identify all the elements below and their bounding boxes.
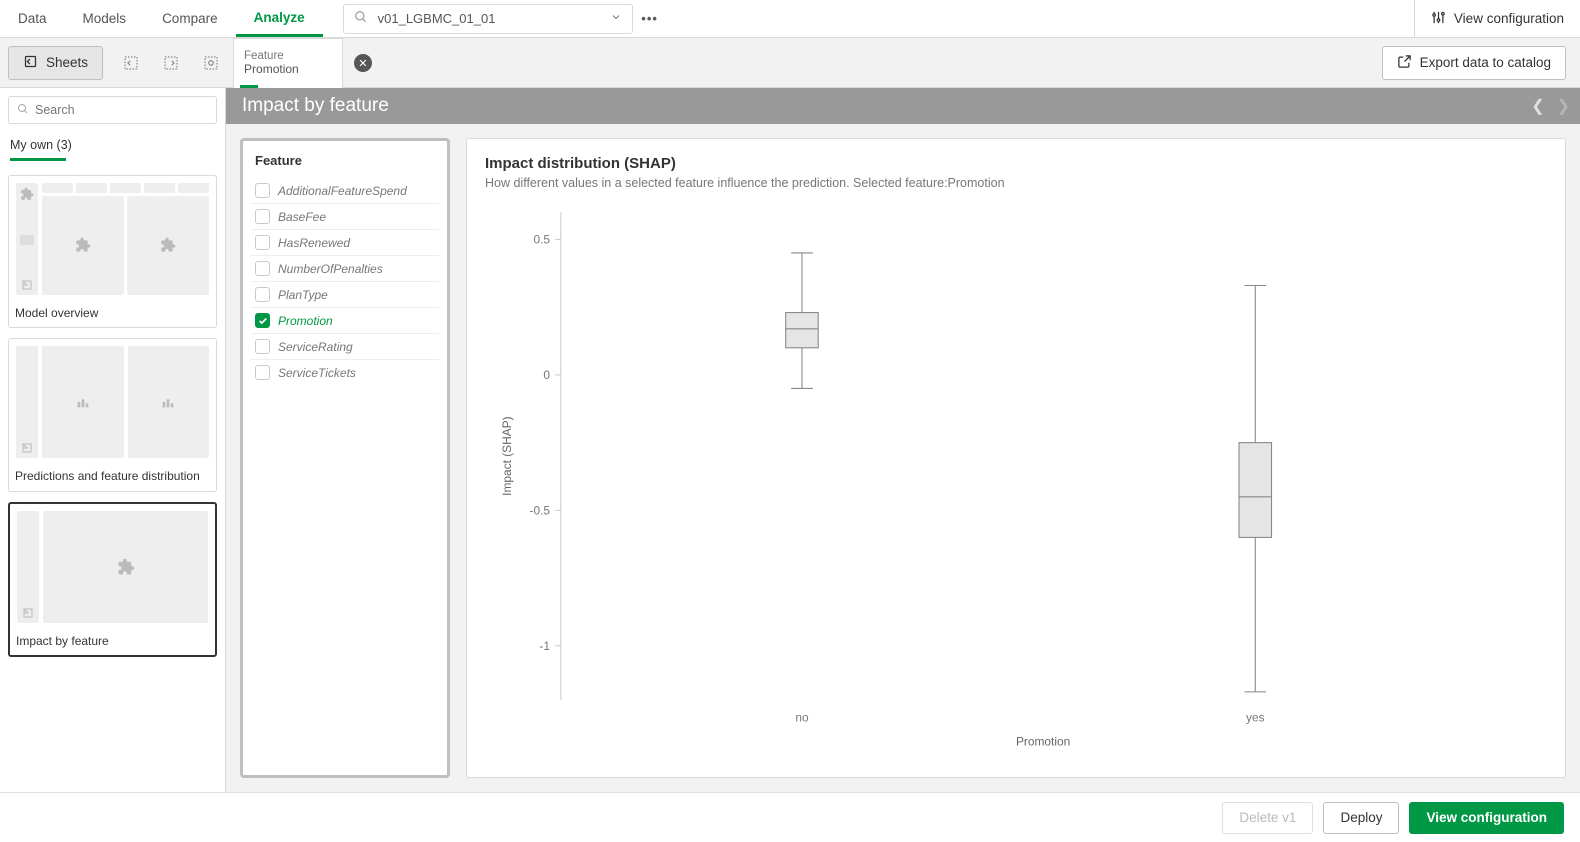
feature-item[interactable]: HasRenewed	[251, 230, 439, 256]
deploy-button[interactable]: Deploy	[1323, 802, 1399, 834]
feature-item-label: AdditionalFeatureSpend	[278, 184, 407, 198]
model-picker-value: v01_LGBMC_01_01	[378, 11, 600, 26]
export-icon	[1397, 54, 1412, 72]
svg-text:-1: -1	[539, 639, 550, 653]
svg-text:no: no	[795, 711, 809, 725]
svg-text:Promotion: Promotion	[1016, 734, 1070, 748]
svg-text:yes: yes	[1246, 711, 1265, 725]
checkbox-icon	[255, 235, 270, 250]
sheet-card-label: Predictions and feature distribution	[13, 465, 212, 487]
main-area: Impact by feature ❮ ❯ Feature Additional…	[226, 88, 1580, 792]
sheets-button[interactable]: Sheets	[8, 46, 103, 80]
svg-text:0.5: 0.5	[533, 233, 550, 247]
sheet-title-bar: Impact by feature ❮ ❯	[226, 88, 1580, 124]
sheets-label: Sheets	[46, 55, 88, 70]
feature-item-label: NumberOfPenalties	[278, 262, 383, 276]
selection-tools	[119, 51, 223, 75]
export-data-button[interactable]: Export data to catalog	[1382, 46, 1566, 80]
selection-forward-icon[interactable]	[159, 51, 183, 75]
svg-text:0: 0	[543, 368, 550, 382]
my-own-label: My own (3)	[10, 138, 72, 152]
feature-item[interactable]: ServiceRating	[251, 334, 439, 360]
checkbox-icon	[255, 313, 270, 328]
chart-subtitle: How different values in a selected featu…	[485, 176, 1547, 190]
filter-tab-close-icon[interactable]: ✕	[354, 54, 372, 72]
selection-back-icon[interactable]	[119, 51, 143, 75]
tab-compare[interactable]: Compare	[144, 0, 236, 37]
tab-data[interactable]: Data	[0, 0, 65, 37]
delete-button: Delete v1	[1222, 802, 1313, 834]
sheets-panel: My own (3) Model overview Predictions and…	[0, 88, 226, 792]
checkbox-icon	[255, 183, 270, 198]
model-picker[interactable]: v01_LGBMC_01_01	[343, 4, 633, 34]
filter-tab-label: Feature	[244, 50, 332, 62]
feature-item-label: PlanType	[278, 288, 328, 302]
shap-boxplot[interactable]: 0.5 0 -0.5 -1 Impact (SHAP) no yes Promotion	[485, 200, 1547, 767]
feature-selector-panel: Feature AdditionalFeatureSpend BaseFee Has…	[240, 138, 450, 778]
export-label: Export data to catalog	[1420, 55, 1551, 70]
sliders-icon	[1431, 10, 1446, 28]
view-configuration-top[interactable]: View configuration	[1414, 0, 1580, 37]
feature-item-label: HasRenewed	[278, 236, 350, 250]
sheet-card[interactable]: Model overview	[8, 175, 217, 329]
feature-item-label: BaseFee	[278, 210, 326, 224]
feature-item-label: Promotion	[278, 314, 333, 328]
feature-item[interactable]: Promotion	[251, 308, 439, 334]
view-configuration-top-label: View configuration	[1454, 11, 1564, 26]
sheet-card[interactable]: Impact by feature	[8, 502, 217, 658]
search-icon	[354, 10, 368, 27]
sheet-next-icon[interactable]: ❯	[1557, 96, 1570, 116]
footer-bar: Delete v1 Deploy View configuration	[0, 792, 1580, 842]
feature-item[interactable]: AdditionalFeatureSpend	[251, 178, 439, 204]
sheets-search[interactable]	[8, 96, 217, 124]
sheets-icon	[23, 54, 38, 72]
tab-analyze[interactable]: Analyze	[236, 0, 323, 37]
checkbox-icon	[255, 261, 270, 276]
secondary-bar: Sheets Feature Promotion ✕ Export data t…	[0, 38, 1580, 88]
more-menu-button[interactable]: •••	[633, 0, 667, 37]
sheet-card-label: Impact by feature	[14, 630, 211, 652]
chevron-down-icon	[610, 11, 622, 26]
checkbox-icon	[255, 365, 270, 380]
search-icon	[17, 103, 29, 118]
view-configuration-button[interactable]: View configuration	[1409, 802, 1564, 834]
filter-tab-feature[interactable]: Feature Promotion ✕	[233, 38, 343, 88]
shap-chart-panel: Impact distribution (SHAP) How different…	[466, 138, 1566, 778]
top-nav: DataModelsCompareAnalyze v01_LGBMC_01_01…	[0, 0, 1580, 38]
feature-item[interactable]: BaseFee	[251, 204, 439, 230]
feature-panel-heading: Feature	[251, 153, 439, 168]
selection-clear-icon[interactable]	[199, 51, 223, 75]
feature-item-label: ServiceRating	[278, 340, 353, 354]
delete-label: Delete v1	[1239, 810, 1296, 825]
view-configuration-label: View configuration	[1426, 810, 1547, 825]
tab-models[interactable]: Models	[65, 0, 145, 37]
checkbox-icon	[255, 339, 270, 354]
filter-tab-value: Promotion	[244, 62, 332, 76]
checkbox-icon	[255, 209, 270, 224]
svg-text:Impact (SHAP): Impact (SHAP)	[500, 416, 514, 495]
sheet-title: Impact by feature	[242, 95, 389, 117]
my-own-header[interactable]: My own (3)	[8, 134, 217, 165]
chart-title: Impact distribution (SHAP)	[485, 155, 1547, 172]
sheets-search-input[interactable]	[35, 103, 208, 117]
feature-item[interactable]: PlanType	[251, 282, 439, 308]
sheet-card[interactable]: Predictions and feature distribution	[8, 338, 217, 492]
svg-text:-0.5: -0.5	[529, 504, 550, 518]
top-nav-tabs: DataModelsCompareAnalyze	[0, 0, 323, 37]
sheet-card-label: Model overview	[13, 302, 212, 324]
sheet-prev-icon[interactable]: ❮	[1531, 96, 1544, 116]
feature-item[interactable]: NumberOfPenalties	[251, 256, 439, 282]
feature-item[interactable]: ServiceTickets	[251, 360, 439, 385]
deploy-label: Deploy	[1340, 810, 1382, 825]
feature-item-label: ServiceTickets	[278, 366, 356, 380]
checkbox-icon	[255, 287, 270, 302]
